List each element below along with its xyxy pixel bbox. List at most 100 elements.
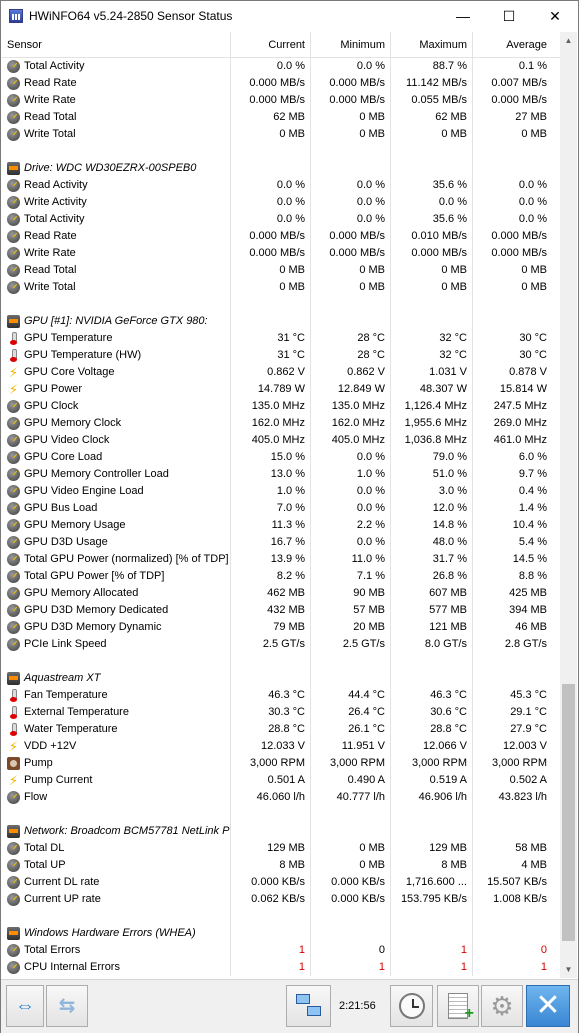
table-row[interactable]: Read Total 0 MB 0 MB 0 MB 0 MB: [2, 262, 562, 279]
table-row[interactable]: Total UP 8 MB 0 MB 8 MB 4 MB: [2, 857, 562, 874]
scrollbar-thumb[interactable]: [562, 684, 575, 941]
sensor-name: Total UP: [24, 859, 66, 871]
sensor-name-cell: ⚡ GPU Core Voltage: [2, 364, 231, 381]
value-average: 0.0 %: [518, 196, 547, 208]
value-current: 1: [231, 942, 311, 959]
logging-button[interactable]: [437, 985, 479, 1027]
table-row[interactable]: GPU Video Engine Load 1.0 % 0.0 % 3.0 % 0.4 …: [2, 483, 562, 500]
value-average: 8.8 %: [518, 570, 547, 582]
table-row[interactable]: GPU D3D Memory Dedicated 432 MB 57 MB 577 M…: [2, 602, 562, 619]
minimize-button[interactable]: —: [440, 1, 486, 31]
sensor-name-cell: Pump: [2, 755, 231, 772]
column-header-average[interactable]: Average: [473, 32, 552, 58]
collapse-columns-button[interactable]: ⇆: [46, 985, 88, 1027]
table-row[interactable]: Write Rate 0.000 MB/s 0.000 MB/s 0.055 MB/s…: [2, 92, 562, 109]
table-row[interactable]: Total Errors 1 0 1 0: [2, 942, 562, 959]
table-row[interactable]: Total GPU Power (normalized) [% of TDP] 1…: [2, 551, 562, 568]
settings-button[interactable]: ⚙: [481, 985, 523, 1027]
value-average: 14.5 %: [512, 553, 547, 565]
sensor-name-cell: External Temperature: [2, 704, 231, 721]
title-bar[interactable]: HWiNFO64 v5.24-2850 Sensor Status — ☐ ✕: [1, 1, 578, 31]
table-row[interactable]: Water Temperature 28.8 °C 26.1 °C 28.8 °C 27…: [2, 721, 562, 738]
table-row[interactable]: Write Rate 0.000 MB/s 0.000 MB/s 0.000 MB/s…: [2, 245, 562, 262]
value-current: 11.3 %: [231, 517, 311, 534]
close-sensors-button[interactable]: ✕: [526, 985, 570, 1027]
vertical-scrollbar[interactable]: ▲ ▼: [560, 32, 577, 978]
table-row[interactable]: GPU Memory Allocated 462 MB 90 MB 607 MB 425…: [2, 585, 562, 602]
table-row[interactable]: ⚡ VDD +12V 12.033 V 11.951 V 12.066 V 12.003 …: [2, 738, 562, 755]
expand-columns-button[interactable]: ⇔: [6, 985, 44, 1027]
table-row[interactable]: Fan Temperature 46.3 °C 44.4 °C 46.3 °C 45.3…: [2, 687, 562, 704]
value-minimum: 2.2 %: [311, 517, 391, 534]
table-row[interactable]: Write Total 0 MB 0 MB 0 MB 0 MB: [2, 126, 562, 143]
table-row[interactable]: Write Total 0 MB 0 MB 0 MB 0 MB: [2, 279, 562, 296]
table-row[interactable]: Total GPU Power [% of TDP] 8.2 % 7.1 % 26.8…: [2, 568, 562, 585]
scroll-down-arrow-icon[interactable]: ▼: [560, 961, 577, 978]
sensor-gauge-icon: [7, 400, 20, 413]
section-row[interactable]: Windows Hardware Errors (WHEA): [2, 925, 562, 942]
table-row[interactable]: External Temperature 30.3 °C 26.4 °C 30.6 °…: [2, 704, 562, 721]
spacer-cell: [311, 296, 391, 313]
sensor-name: Total Errors: [24, 944, 81, 956]
column-header-current[interactable]: Current: [231, 32, 311, 58]
section-row[interactable]: Aquastream XT: [2, 670, 562, 687]
table-row[interactable]: CPU Internal Errors 1 1 1 1: [2, 959, 562, 976]
section-row[interactable]: GPU [#1]: NVIDIA GeForce GTX 980:: [2, 313, 562, 330]
column-header-minimum[interactable]: Minimum: [311, 32, 391, 58]
value-minimum: 0.000 KB/s: [311, 874, 391, 891]
close-window-button[interactable]: ✕: [532, 1, 578, 31]
table-row[interactable]: GPU Temperature 31 °C 28 °C 32 °C 30 °C: [2, 330, 562, 347]
table-row[interactable]: GPU Temperature (HW) 31 °C 28 °C 32 °C 30 °C: [2, 347, 562, 364]
table-row[interactable]: ⚡ GPU Power 14.789 W 12.849 W 48.307 W 15.814…: [2, 381, 562, 398]
table-row[interactable]: GPU Memory Controller Load 13.0 % 1.0 % 51.…: [2, 466, 562, 483]
column-header-sensor[interactable]: Sensor: [2, 32, 231, 58]
sensor-rows: Total Activity 0.0 % 0.0 % 88.7 % 0.1 % Read …: [2, 58, 562, 976]
table-row[interactable]: Flow 46.060 l/h 40.777 l/h 46.906 l/h 43.823…: [2, 789, 562, 806]
empty-cell: [473, 313, 552, 330]
sensor-name-cell: Read Rate: [2, 228, 231, 245]
table-row[interactable]: ⚡ GPU Core Voltage 0.862 V 0.862 V 1.031 V 0.…: [2, 364, 562, 381]
table-row[interactable]: GPU Clock 135.0 MHz 135.0 MHz 1,126.4 MHz 24…: [2, 398, 562, 415]
table-row[interactable]: Current UP rate 0.062 KB/s 0.000 KB/s 153.7…: [2, 891, 562, 908]
table-row[interactable]: Total DL 129 MB 0 MB 129 MB 58 MB: [2, 840, 562, 857]
table-row[interactable]: Read Total 62 MB 0 MB 62 MB 27 MB: [2, 109, 562, 126]
sensor-name: Read Activity: [24, 179, 88, 191]
section-row[interactable]: Drive: WDC WD30EZRX-00SPEB0: [2, 160, 562, 177]
table-row[interactable]: GPU Video Clock 405.0 MHz 405.0 MHz 1,036.8…: [2, 432, 562, 449]
table-row[interactable]: GPU Memory Usage 11.3 % 2.2 % 14.8 % 10.4 %: [2, 517, 562, 534]
table-row[interactable]: GPU Memory Clock 162.0 MHz 162.0 MHz 1,955.…: [2, 415, 562, 432]
value-average: 0.000 MB/s: [491, 247, 547, 259]
table-row[interactable]: Read Activity 0.0 % 0.0 % 35.6 % 0.0 %: [2, 177, 562, 194]
table-row[interactable]: Pump 3,000 RPM 3,000 RPM 3,000 RPM 3,000 RPM: [2, 755, 562, 772]
table-row[interactable]: ⚡ Pump Current 0.501 A 0.490 A 0.519 A 0.502 …: [2, 772, 562, 789]
spacer-cell: [391, 143, 473, 160]
table-row[interactable]: Read Rate 0.000 MB/s 0.000 MB/s 0.010 MB/s 0…: [2, 228, 562, 245]
table-row[interactable]: Write Activity 0.0 % 0.0 % 0.0 % 0.0 %: [2, 194, 562, 211]
value-current: 14.789 W: [231, 381, 311, 398]
table-row[interactable]: GPU D3D Usage 16.7 % 0.0 % 48.0 % 5.4 %: [2, 534, 562, 551]
sensor-name-cell: GPU Temperature (HW): [2, 347, 231, 364]
value-current: 0 MB: [231, 279, 311, 296]
value-average: 269.0 MHz: [493, 417, 547, 429]
value-average: 12.003 V: [502, 740, 547, 752]
table-row[interactable]: PCIe Link Speed 2.5 GT/s 2.5 GT/s 8.0 GT/s 2…: [2, 636, 562, 653]
value-average: 30 °C: [519, 332, 547, 344]
table-row[interactable]: Current DL rate 0.000 KB/s 0.000 KB/s 1,716…: [2, 874, 562, 891]
value-current: 0 MB: [231, 126, 311, 143]
maximize-button[interactable]: ☐: [486, 1, 532, 31]
scroll-up-arrow-icon[interactable]: ▲: [560, 32, 577, 49]
lightning-bolt-icon: ⚡: [8, 365, 19, 380]
table-row[interactable]: GPU Bus Load 7.0 % 0.0 % 12.0 % 1.4 %: [2, 500, 562, 517]
table-row[interactable]: Total Activity 0.0 % 0.0 % 88.7 % 0.1 %: [2, 58, 562, 75]
table-row[interactable]: GPU Core Load 15.0 % 0.0 % 79.0 % 6.0 %: [2, 449, 562, 466]
column-header-maximum[interactable]: Maximum: [391, 32, 473, 58]
sensor-name: GPU Core Load: [24, 451, 103, 463]
network-button[interactable]: [286, 985, 331, 1027]
sensor-name-cell: Write Activity: [2, 194, 231, 211]
table-row[interactable]: Read Rate 0.000 MB/s 0.000 MB/s 11.142 MB/s…: [2, 75, 562, 92]
table-row[interactable]: GPU D3D Memory Dynamic 79 MB 20 MB 121 MB 46…: [2, 619, 562, 636]
reset-clock-button[interactable]: [390, 985, 433, 1027]
table-row[interactable]: Total Activity 0.0 % 0.0 % 35.6 % 0.0 %: [2, 211, 562, 228]
value-average: 1.008 KB/s: [493, 893, 547, 905]
section-row[interactable]: Network: Broadcom BCM57781 NetLink PC...: [2, 823, 562, 840]
